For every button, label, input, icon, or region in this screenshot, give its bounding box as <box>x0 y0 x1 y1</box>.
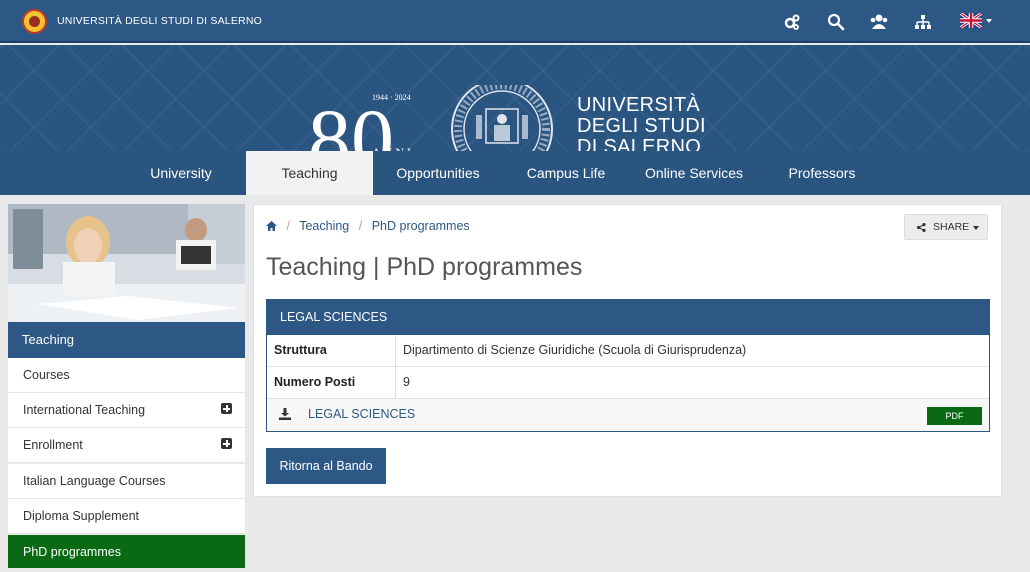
breadcrumb-phd-programmes[interactable]: PhD programmes <box>372 219 470 233</box>
banner-university-name: UNIVERSITÀ DEGLI STUDI DI SALERNO <box>577 95 706 158</box>
sidebar-item-label: Italian Language Courses <box>23 474 166 488</box>
programme-heading: LEGAL SCIENCES <box>267 300 989 335</box>
breadcrumb: / Teaching / PhD programmes <box>266 219 470 233</box>
nav-opportunities[interactable]: Opportunities <box>374 151 502 195</box>
sidebar-item-italian-language-courses[interactable]: Italian Language Courses <box>8 464 245 499</box>
pdf-badge-button[interactable]: PDF <box>927 407 982 425</box>
cogs-icon[interactable] <box>782 12 802 32</box>
sidebar-item-diploma-supplement[interactable]: Diploma Supplement <box>8 499 245 534</box>
page-title: Teaching | PhD programmes <box>266 253 583 281</box>
sidebar-item-courses[interactable]: Courses <box>8 358 245 393</box>
sidebar-item-international-teaching[interactable]: International Teaching <box>8 393 245 428</box>
share-label: SHARE <box>933 221 970 233</box>
users-icon[interactable] <box>869 12 889 32</box>
download-row: LEGAL SCIENCES PDF <box>267 399 989 431</box>
programme-row-numero-posti: Numero Posti 9 <box>267 367 989 399</box>
sitemap-icon[interactable] <box>913 12 933 32</box>
breadcrumb-teaching[interactable]: Teaching <box>299 219 349 233</box>
anniversary-years: 1944 · 2024 <box>372 93 411 102</box>
breadcrumb-separator: / <box>286 219 290 233</box>
sidebar-item-label: Enrollment <box>23 438 83 452</box>
expand-plus-icon[interactable] <box>221 438 232 449</box>
top-bar: UNIVERSITÀ DEGLI STUDI DI SALERNO <box>0 0 1030 43</box>
language-dropdown-caret-icon[interactable] <box>986 19 992 23</box>
sidebar-item-phd-programmes[interactable]: PhD programmes <box>8 535 245 569</box>
sidebar-heading[interactable]: Teaching <box>8 322 245 358</box>
main-navigation: University Teaching Opportunities Campus… <box>0 151 1030 195</box>
row-value: Dipartimento di Scienze Giuridiche (Scuo… <box>403 343 747 357</box>
sidebar-item-enrollment[interactable]: Enrollment <box>8 428 245 463</box>
share-button[interactable]: SHARE <box>904 214 988 240</box>
banner-name-line-2: DEGLI STUDI <box>577 115 706 137</box>
breadcrumb-separator: / <box>358 219 363 233</box>
chevron-down-icon <box>973 226 979 230</box>
header-banner: 80 1944 · 2024 ANNI UNIVERSITÀ DEGLI STU… <box>0 45 1030 180</box>
download-icon[interactable] <box>279 408 291 420</box>
row-value: 9 <box>403 375 410 389</box>
share-icon <box>917 223 926 232</box>
nav-professors[interactable]: Professors <box>758 151 886 195</box>
search-icon[interactable] <box>826 12 846 32</box>
sidebar-item-label: International Teaching <box>23 403 146 417</box>
nav-teaching[interactable]: Teaching <box>246 151 373 195</box>
nav-online-services[interactable]: Online Services <box>630 151 758 195</box>
sidebar-item-label: Courses <box>23 368 70 382</box>
content-panel: / Teaching / PhD programmes SHARE Teachi… <box>253 204 1002 497</box>
row-key: Numero Posti <box>267 367 396 398</box>
programme-box: LEGAL SCIENCES Struttura Dipartimento di… <box>266 299 990 432</box>
download-link[interactable]: LEGAL SCIENCES <box>308 399 415 430</box>
expand-plus-icon[interactable] <box>221 403 232 414</box>
nav-campus-life[interactable]: Campus Life <box>502 151 630 195</box>
banner-name-line-1: UNIVERSITÀ <box>577 94 701 116</box>
row-key: Struttura <box>267 335 396 366</box>
sidebar-item-label: Diploma Supplement <box>23 509 140 523</box>
university-logo-icon[interactable] <box>22 9 47 34</box>
nav-university[interactable]: University <box>117 151 245 195</box>
uk-flag-icon[interactable] <box>960 13 982 28</box>
university-name[interactable]: UNIVERSITÀ DEGLI STUDI DI SALERNO <box>57 15 262 27</box>
home-icon[interactable] <box>266 221 277 231</box>
back-to-call-button[interactable]: Ritorna al Bando <box>266 448 386 484</box>
sidebar-item-label: PhD programmes <box>23 545 121 559</box>
programme-row-struttura: Struttura Dipartimento di Scienze Giurid… <box>267 335 989 367</box>
students-studying-photo <box>8 204 245 322</box>
